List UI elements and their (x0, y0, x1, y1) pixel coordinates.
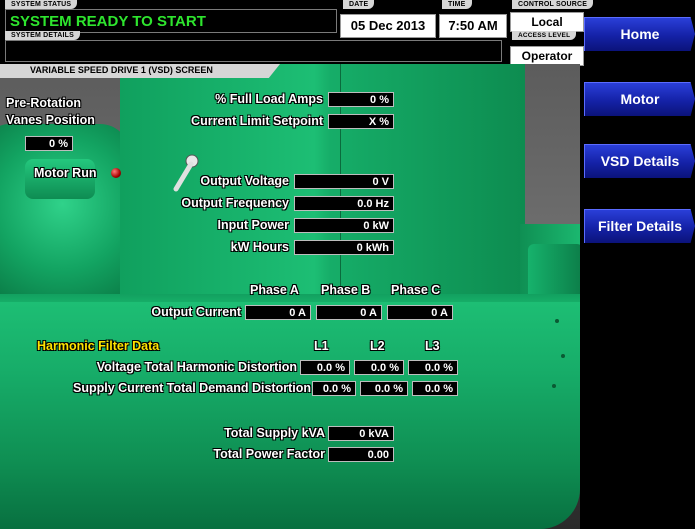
system-details-label: SYSTEM DETAILS (5, 31, 80, 40)
pre-rotation-value: 0 % (25, 136, 73, 151)
date-value: 05 Dec 2013 (340, 14, 436, 38)
rivet (552, 384, 556, 388)
phase-b-header: Phase B (321, 283, 371, 297)
output-current-phase-c: 0 A (387, 305, 453, 320)
kw-hours-label: kW Hours (230, 240, 289, 254)
control-source-label: CONTROL SOURCE (512, 0, 594, 9)
rivet (561, 354, 565, 358)
motor-run-label: Motor Run (34, 166, 97, 180)
system-status-text: SYSTEM READY TO START (10, 13, 206, 30)
output-frequency-value: 0.0 Hz (294, 196, 394, 211)
total-power-factor-label: Total Power Factor (213, 447, 325, 461)
full-load-amps-label: % Full Load Amps (215, 92, 323, 106)
sctdd-l1: 0.0 % (312, 381, 356, 396)
total-supply-kva-label: Total Supply kVA (224, 426, 325, 440)
vsd-screen: SYSTEM STATUS SYSTEM READY TO START SYST… (0, 0, 695, 529)
harmonic-l3-header: L3 (425, 339, 440, 353)
filter-details-button[interactable]: Filter Details (584, 209, 695, 243)
control-source-value: Local (510, 12, 584, 32)
total-power-factor-value: 0.00 (328, 447, 394, 462)
pre-rotation-label-line2: Vanes Position (6, 113, 95, 127)
rivet (555, 319, 559, 323)
vthd-l1: 0.0 % (300, 360, 350, 375)
kw-hours-value: 0 kWh (294, 240, 394, 255)
vthd-l3: 0.0 % (408, 360, 458, 375)
date-label: DATE (343, 0, 375, 9)
output-current-label: Output Current (151, 305, 241, 319)
sctdd-l3: 0.0 % (412, 381, 458, 396)
motor-button[interactable]: Motor (584, 82, 695, 116)
access-level-value: Operator (510, 46, 584, 66)
access-level-label: ACCESS LEVEL (512, 31, 577, 40)
home-button[interactable]: Home (584, 17, 695, 51)
harmonic-filter-title: Harmonic Filter Data (37, 339, 160, 353)
time-value: 7:50 AM (439, 14, 507, 38)
current-limit-value: X % (328, 114, 394, 129)
vsd-details-button[interactable]: VSD Details (584, 144, 695, 178)
current-limit-label: Current Limit Setpoint (191, 114, 323, 128)
harmonic-l2-header: L2 (370, 339, 385, 353)
output-frequency-label: Output Frequency (181, 196, 289, 210)
motor-run-indicator-icon (111, 168, 121, 178)
screen-title: VARIABLE SPEED DRIVE 1 (VSD) SCREEN (30, 65, 213, 75)
output-voltage-label: Output Voltage (200, 174, 289, 188)
full-load-amps-value: 0 % (328, 92, 394, 107)
phase-a-header: Phase A (250, 283, 299, 297)
sctdd-l2: 0.0 % (360, 381, 408, 396)
input-power-label: Input Power (217, 218, 289, 232)
pre-rotation-label-line1: Pre-Rotation (6, 96, 81, 110)
harmonic-l1-header: L1 (314, 339, 329, 353)
output-voltage-value: 0 V (294, 174, 394, 189)
phase-c-header: Phase C (391, 283, 441, 297)
vthd-label: Voltage Total Harmonic Distortion (96, 360, 297, 374)
output-current-phase-b: 0 A (316, 305, 382, 320)
system-status-label: SYSTEM STATUS (5, 0, 78, 9)
condenser-shell (0, 302, 580, 529)
input-power-value: 0 kW (294, 218, 394, 233)
output-current-phase-a: 0 A (245, 305, 311, 320)
time-label: TIME (442, 0, 472, 9)
total-supply-kva-value: 0 kVA (328, 426, 394, 441)
sctdd-label: Supply Current Total Demand Distortion (73, 381, 311, 395)
system-details-box (5, 40, 502, 62)
vthd-l2: 0.0 % (354, 360, 404, 375)
